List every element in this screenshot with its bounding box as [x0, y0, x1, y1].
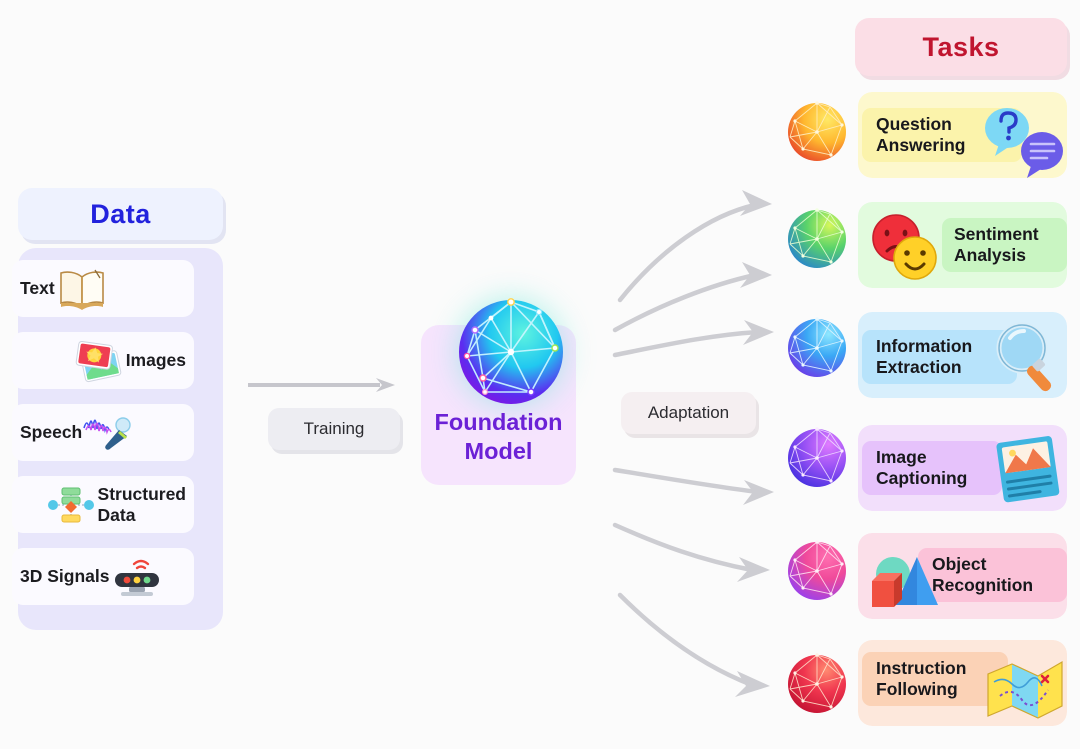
task-label-highlight: Image Captioning [862, 441, 1002, 495]
adaptation-label: Adaptation [647, 403, 730, 422]
task-card-information-extraction[interactable]: Information Extraction [858, 312, 1067, 398]
3d-shapes-icon [872, 557, 938, 607]
network-sphere-blue-icon [788, 317, 846, 377]
tasks-header-label: Tasks [922, 31, 1000, 62]
task-card-sentiment-analysis[interactable]: Sentiment Analysis [858, 202, 1067, 288]
data-item-structured-data[interactable]: Structured Data [12, 476, 194, 533]
data-item-3d-signals[interactable]: 3D Signals [12, 548, 194, 605]
folded-map-icon [987, 660, 1063, 719]
foundation-model-label: Foundation Model [434, 409, 563, 464]
emoji-faces-icon [872, 214, 937, 280]
task-label: Image Captioning [876, 447, 968, 488]
training-label: Training [303, 419, 365, 438]
task-card-question-answering[interactable]: Question Answering [858, 92, 1067, 178]
task-label: Instruction Following [876, 658, 967, 699]
data-header-badge: Data [18, 188, 223, 240]
lidar-sensor-icon [109, 554, 163, 600]
network-sphere-icon [459, 298, 563, 404]
task-card-image-captioning[interactable]: Image Captioning [858, 425, 1067, 511]
photos-icon [72, 338, 126, 384]
data-item-label: Images [125, 350, 186, 371]
network-sphere-green-icon [788, 208, 846, 268]
data-item-label: Text [20, 278, 55, 299]
speech-bubbles-icon [985, 108, 1063, 178]
magnifier-icon [996, 322, 1052, 392]
training-arrow-icon [248, 378, 395, 392]
node-graph-icon [44, 482, 98, 528]
network-sphere-pink-icon [788, 540, 846, 600]
task-card-object-recognition[interactable]: Object Recognition [858, 533, 1067, 619]
task-label-highlight: Sentiment Analysis [942, 218, 1067, 272]
adaptation-label-chip: Adaptation [621, 392, 756, 434]
data-item-text[interactable]: Text [12, 260, 194, 317]
data-item-label: Structured Data [97, 484, 186, 525]
network-sphere-red-icon [788, 653, 846, 713]
network-sphere-orange-icon [788, 101, 846, 161]
task-label: Information Extraction [876, 336, 973, 377]
data-header-label: Data [90, 198, 151, 229]
microphone-waveform-icon [82, 410, 136, 456]
open-book-icon [55, 266, 109, 312]
task-label: Question Answering [876, 114, 966, 155]
task-label: Sentiment Analysis [954, 224, 1039, 265]
data-item-images[interactable]: Images [12, 332, 194, 389]
data-item-label: 3D Signals [20, 566, 110, 587]
training-label-chip: Training [268, 408, 400, 450]
data-item-speech[interactable]: Speech [12, 404, 194, 461]
tasks-header-badge: Tasks [855, 18, 1067, 76]
picture-frame-icon [996, 436, 1060, 503]
task-card-instruction-following[interactable]: Instruction Following [858, 640, 1067, 726]
network-sphere-purple-icon [788, 427, 846, 487]
data-item-label: Speech [20, 422, 83, 443]
diagram-canvas: Data Text Images Speech Structured Data … [0, 0, 1080, 749]
